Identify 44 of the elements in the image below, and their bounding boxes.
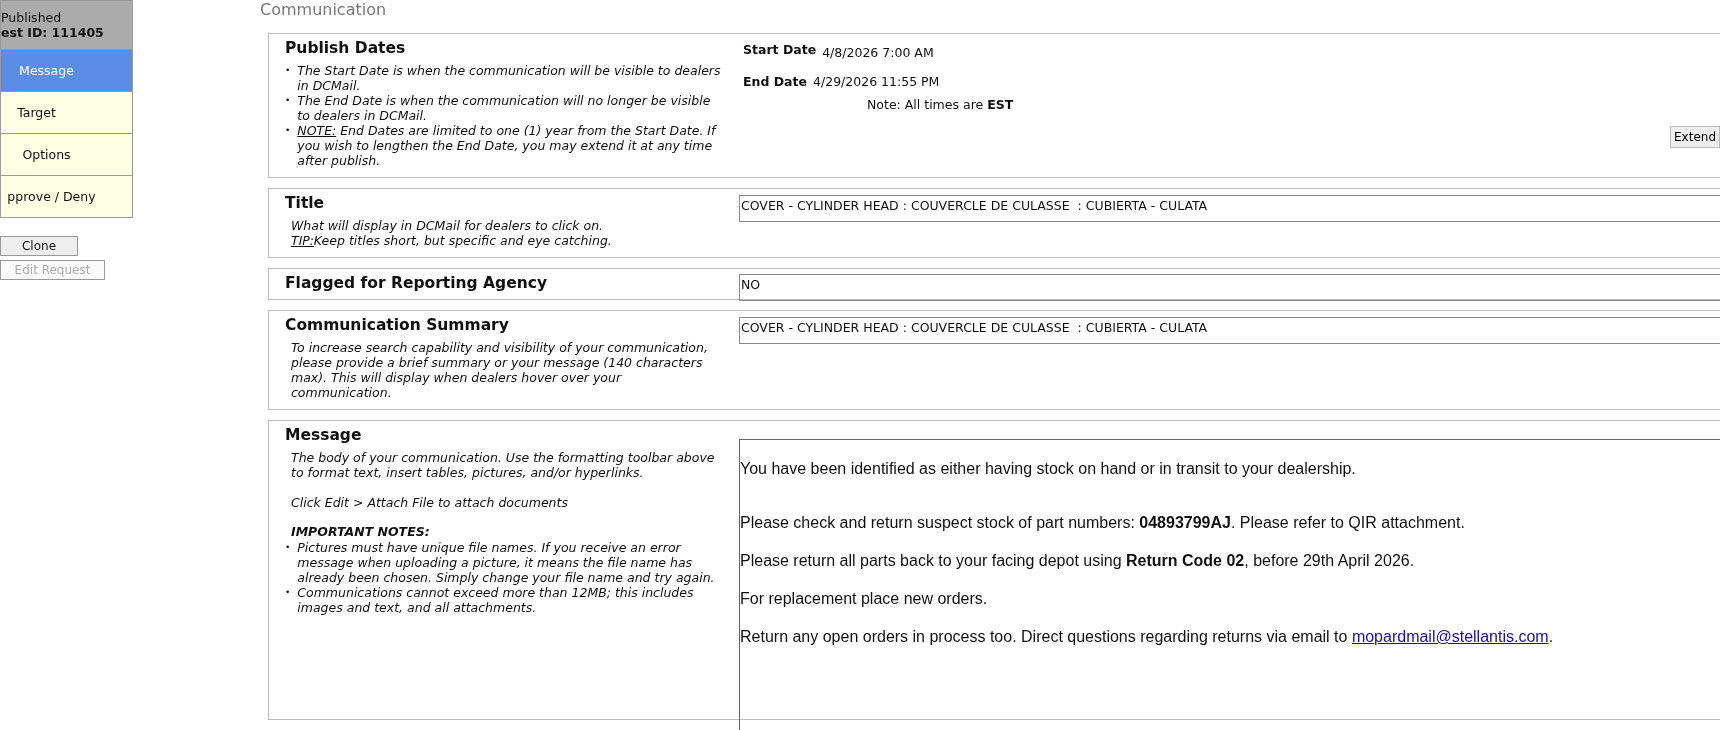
nav-tab[interactable]: Options [0, 134, 133, 176]
section-heading: Communication Summary [285, 316, 510, 335]
request-id: est ID: 111405 [1, 25, 105, 40]
timezone-note: Note: All times are EST [867, 97, 1015, 113]
start-date-value: 4/8/2026 7:00 AM [822, 44, 934, 61]
message-paragraph: Please check and return suspect stock of part numbers: 04893799AJ. Please refer to QIR attachment. [740, 514, 1466, 532]
help-text: To increase search capability and visibility of your communication, please provide a brief summary or your message (140 characters max). This will display when dealers hover over your communication. [290, 340, 709, 401]
section-heading: Publish Dates [285, 39, 407, 58]
start-date-label: Start Date [743, 42, 817, 60]
email-link[interactable]: mopardmail@stellantis.com [1351, 628, 1549, 645]
section-heading: Message [285, 426, 363, 444]
message-paragraph: For replacement place new orders. [740, 590, 989, 608]
help-note: The End Date is when the communication will no longer be visible to dealers in DCMail. [297, 93, 712, 124]
status-text: Published [1, 10, 63, 25]
help-note: The Start Date is when the communication will be visible to dealers in DCMail. [297, 63, 722, 94]
help-text: The body of your communication. Use the formatting toolbar above to format text, insert tables, pictures, and/or hyperlinks. [290, 450, 716, 480]
section-heading: Flagged for Reporting Agency [285, 274, 548, 293]
title-field[interactable]: COVER - CYLINDER HEAD : COUVERCLE DE CULASSE : CUBIERTA - CULATA [739, 195, 1720, 223]
end-date-value: 4/29/2026 11:55 PM [813, 74, 940, 90]
extend-button[interactable]: Extend [1670, 126, 1720, 149]
bullet: • [285, 94, 291, 108]
flagged-field[interactable]: NO [739, 274, 1720, 302]
bullet: • [285, 124, 291, 138]
action-button[interactable]: Clone [0, 236, 78, 256]
bullet: • [285, 586, 291, 599]
help-note: Pictures must have unique file names. If you receive an error message when uploading a picture, it means the file name has already been chosen. Simply change your file name and try again. [297, 540, 716, 585]
bullet: • [285, 64, 291, 78]
help-note: NOTE: End Dates are limited to one (1) year from the Start Date. If you wish to lengthen the End Date, you may extend it at any time after publish. [297, 123, 718, 169]
message-paragraph: Please return all parts back to your facing depot using Return Code 02, before 29th April 2026. [740, 552, 1416, 570]
help-text: Click Edit > Attach File to attach documents [290, 495, 569, 510]
summary-field[interactable]: COVER - CYLINDER HEAD : COUVERCLE DE CULASSE : CUBIERTA - CULATA [739, 317, 1720, 345]
help-text: What will display in DCMail for dealers to click on. TIP:Keep titles short, but specific and eye catching. [290, 218, 613, 249]
message-paragraph: Return any open orders in process too. Direct questions regarding returns via email to [740, 628, 1349, 645]
punctuation: . [1548, 628, 1554, 645]
help-note: Communications cannot exceed more than 12MB; this includes images and text, and all attachments. [297, 585, 695, 615]
nav-tab[interactable]: pprove / Deny [0, 176, 133, 218]
page-title: Communication [260, 0, 388, 21]
notes-heading: IMPORTANT NOTES: [291, 524, 431, 539]
end-date-label: End Date [743, 74, 807, 90]
message-paragraph: You have been identified as either having stock on hand or in transit to your dealership. [740, 460, 1357, 478]
message-editor[interactable] [739, 439, 1720, 730]
bullet: • [285, 541, 291, 554]
nav-tab[interactable]: Target [0, 92, 133, 134]
section-heading: Title [285, 194, 326, 213]
